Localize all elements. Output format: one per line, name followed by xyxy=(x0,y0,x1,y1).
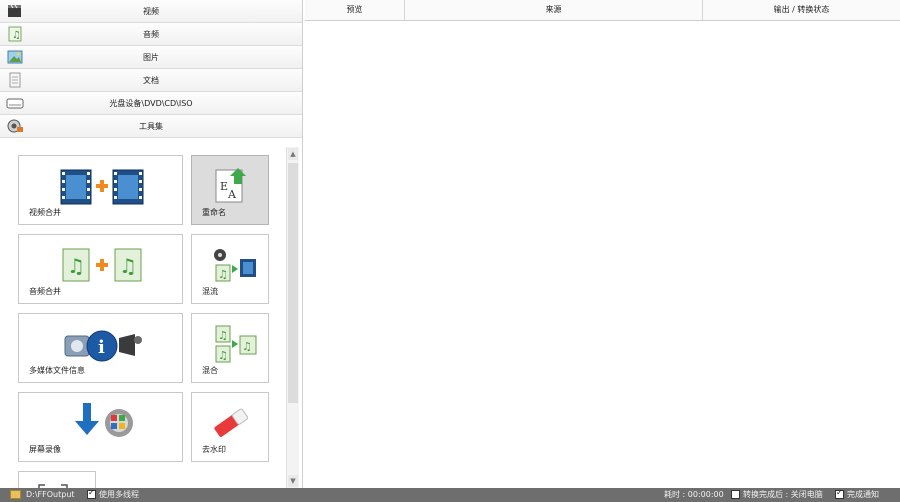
after-convert-checkbox[interactable] xyxy=(731,490,740,499)
scroll-up-button[interactable]: ▲ xyxy=(288,148,298,160)
after-convert-label[interactable]: 转换完成后 : 关闭电脑 xyxy=(743,490,823,500)
elapsed-time: 耗时 : 00:00:00 xyxy=(664,490,724,499)
scroll-thumb[interactable] xyxy=(288,163,298,403)
tool-media-info-label: 多媒体文件信息 xyxy=(29,366,85,375)
category-audio[interactable]: ♫ 音频 xyxy=(0,23,302,46)
task-list-header: 预览 来源 输出 / 转换状态 xyxy=(305,0,900,21)
tool-media-info[interactable]: i 多媒体文件信息 xyxy=(18,313,183,383)
tool-audio-merge-label: 音频合并 xyxy=(29,287,61,296)
tool-mux[interactable]: ♫ 混流 xyxy=(191,234,269,304)
svg-text:♫: ♫ xyxy=(218,329,228,342)
multithread-checkbox[interactable] xyxy=(87,488,96,499)
category-document[interactable]: 文档 xyxy=(0,69,302,92)
category-disc[interactable]: 光盘设备\DVD\CD\ISO xyxy=(0,92,302,115)
tool-partial[interactable] xyxy=(18,471,96,488)
category-audio-label: 音频 xyxy=(143,30,159,39)
scroll-down-button[interactable]: ▼ xyxy=(288,475,298,487)
svg-text:♫: ♫ xyxy=(119,254,137,278)
left-panel: 视频 ♫ 音频 图片 文档 光盘设备\DVD\CD\ISO 工具集 视频合并 E… xyxy=(0,0,303,488)
category-video[interactable]: 视频 xyxy=(0,0,302,23)
svg-text:♫: ♫ xyxy=(218,349,228,362)
svg-text:E: E xyxy=(220,180,228,193)
category-video-label: 视频 xyxy=(143,7,159,16)
tool-scrollbar[interactable]: ▲ ▼ xyxy=(286,147,299,488)
notify-checkbox[interactable] xyxy=(835,488,844,499)
svg-text:i: i xyxy=(98,337,105,358)
tool-screen-record-label: 屏幕录像 xyxy=(29,445,61,454)
screen-record-icon xyxy=(75,403,133,437)
category-document-label: 文档 xyxy=(143,76,159,85)
tool-remove-watermark[interactable]: 去水印 xyxy=(191,392,269,462)
column-preview[interactable]: 预览 xyxy=(305,0,405,20)
task-list-panel: 预览 来源 输出 / 转换状态 xyxy=(305,0,900,488)
svg-text:A: A xyxy=(227,188,237,201)
category-toolbox-label: 工具集 xyxy=(139,122,163,131)
column-source[interactable]: 来源 xyxy=(405,0,703,20)
tool-screen-record[interactable]: 屏幕录像 xyxy=(18,392,183,462)
remove-watermark-icon xyxy=(214,408,249,437)
crop-icon xyxy=(38,484,68,488)
folder-icon[interactable] xyxy=(10,490,21,499)
mux-icon: ♫ xyxy=(214,249,256,282)
tool-audio-merge[interactable]: ♫ ♫ 音频合并 xyxy=(18,234,183,304)
column-output-status[interactable]: 输出 / 转换状态 xyxy=(703,0,900,20)
status-bar: D:\FFOutput 使用多线程 耗时 : 00:00:00 转换完成后 : … xyxy=(0,488,900,502)
category-picture-label: 图片 xyxy=(143,53,159,62)
category-toolbox[interactable]: 工具集 xyxy=(0,115,302,138)
category-picture[interactable]: 图片 xyxy=(0,46,302,69)
media-info-icon: i xyxy=(64,330,142,362)
notify-label: 完成通知 xyxy=(847,490,879,499)
tool-mix[interactable]: ♫ ♫ ♫ 混合 xyxy=(191,313,269,383)
tool-mux-label: 混流 xyxy=(202,287,218,296)
tool-rename[interactable]: E A 重命名 xyxy=(191,155,269,225)
output-path[interactable]: D:\FFOutput xyxy=(26,490,75,500)
mix-icon: ♫ ♫ ♫ xyxy=(215,325,257,363)
multithread-label: 使用多线程 xyxy=(99,490,139,499)
task-list-body[interactable] xyxy=(305,21,900,488)
category-disc-label: 光盘设备\DVD\CD\ISO xyxy=(109,99,193,108)
tool-video-merge[interactable]: 视频合并 xyxy=(18,155,183,225)
rename-icon: E A xyxy=(215,168,246,203)
tool-video-merge-label: 视频合并 xyxy=(29,208,61,217)
audio-merge-icon: ♫ ♫ xyxy=(62,248,142,282)
svg-text:♫: ♫ xyxy=(218,268,228,281)
tool-remove-watermark-label: 去水印 xyxy=(202,445,226,454)
tool-grid: 视频合并 E A 重命名 ♫ ♫ 音频合并 ♫ 混流 i 多媒体文件信息 ♫ ♫… xyxy=(4,147,286,488)
svg-text:♫: ♫ xyxy=(67,254,85,278)
tool-mix-label: 混合 xyxy=(202,366,218,375)
tool-rename-label: 重命名 xyxy=(202,208,226,217)
svg-text:♫: ♫ xyxy=(242,340,252,353)
video-merge-icon xyxy=(60,169,144,205)
